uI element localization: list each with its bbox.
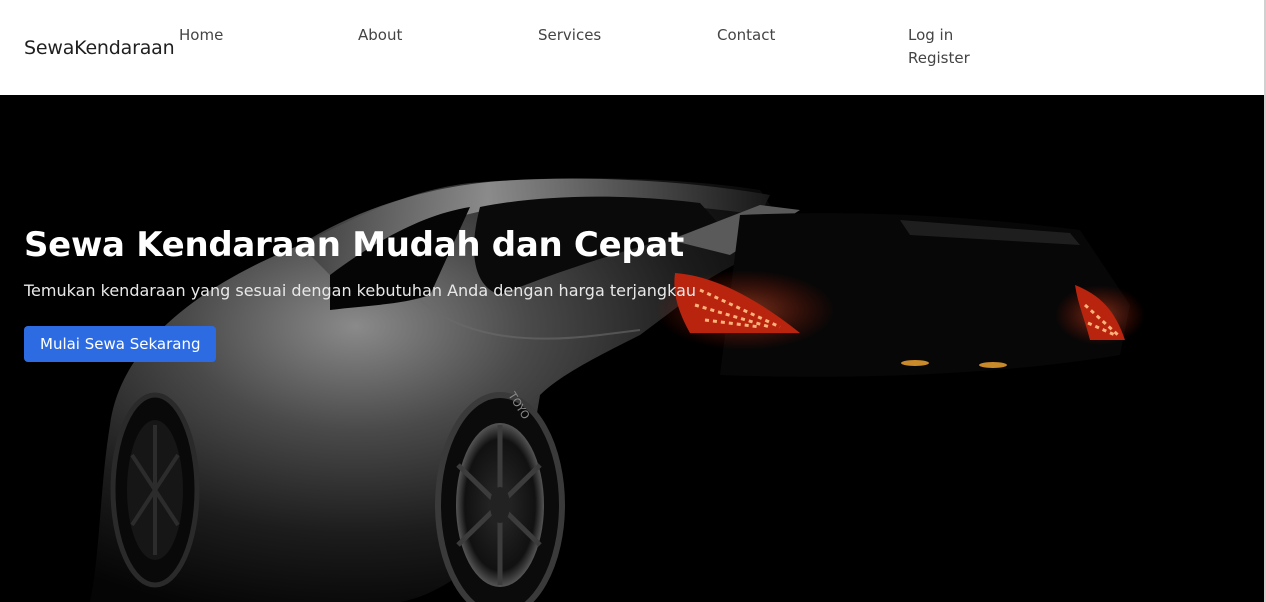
nav-link-services[interactable]: Services [538, 26, 601, 44]
hero-title: Sewa Kendaraan Mudah dan Cepat [24, 225, 684, 265]
hero-section: TOYO Sewa Kendaraan Mudah dan Cepat Temu… [0, 95, 1264, 602]
nav-link-about[interactable]: About [358, 26, 402, 44]
hero-content: Sewa Kendaraan Mudah dan Cepat Temukan k… [24, 225, 696, 362]
auth-links: Log in Register [908, 26, 970, 67]
nav-link-home[interactable]: Home [179, 26, 223, 44]
brand-logo[interactable]: SewaKendaraan [24, 37, 175, 59]
hero-subtitle: Temukan kendaraan yang sesuai dengan keb… [24, 281, 697, 300]
nav-link-login[interactable]: Log in [908, 26, 970, 44]
start-rental-button[interactable]: Mulai Sewa Sekarang [24, 326, 217, 362]
nav-link-contact[interactable]: Contact [717, 26, 775, 44]
nav-link-register[interactable]: Register [908, 49, 970, 67]
top-navbar: SewaKendaraan Home About Services Contac… [0, 0, 1264, 95]
